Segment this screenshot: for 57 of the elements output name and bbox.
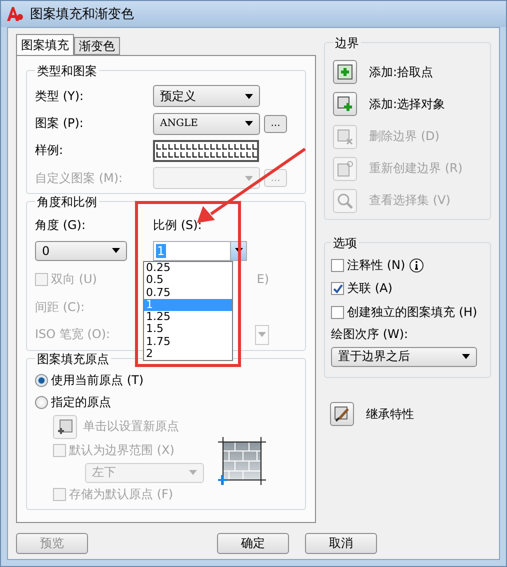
- field-label: ISO 笔宽 (O):: [35, 326, 110, 344]
- caret-icon: [189, 470, 197, 476]
- remove-boundary-icon: [337, 128, 353, 145]
- magnifier-icon: [337, 192, 353, 209]
- brush-icon: [334, 406, 350, 422]
- radio-option[interactable]: 使用当前原点 (T): [35, 370, 297, 390]
- radio-option[interactable]: 指定的原点: [35, 392, 297, 413]
- recreate-boundary-icon: [337, 160, 353, 177]
- field-label: 类型 (Y):: [35, 88, 85, 105]
- boundary-label: 添加:拾取点: [369, 64, 434, 81]
- field-label: 自定义图案 (M):: [35, 170, 124, 186]
- field-label: 角度 (G):: [35, 216, 87, 234]
- field-label: 样例:: [35, 142, 64, 160]
- group-title: 类型和图案: [35, 63, 99, 80]
- caret-icon: [112, 248, 120, 254]
- app-icon: [6, 6, 24, 22]
- set-origin-label: 单击以设置新原点: [83, 418, 179, 436]
- checkmark-icon: [332, 284, 342, 294]
- boundary-button[interactable]: [333, 60, 357, 84]
- boundary-label: 删除边界 (D): [369, 128, 440, 146]
- field-label: 绘图次序 (W):: [331, 326, 410, 343]
- caret-icon: [258, 332, 266, 338]
- tab[interactable]: 图案填充: [16, 34, 74, 55]
- boundary-label: 重新创建边界 (R): [369, 160, 463, 178]
- browse-button[interactable]: ...: [264, 114, 287, 132]
- group-title: 选项: [331, 235, 359, 252]
- rotation-dropdown[interactable]: 0: [35, 240, 127, 261]
- caret-icon: [245, 121, 253, 126]
- pattern-dropdown[interactable]: ANGLE: [153, 112, 260, 134]
- cut-label: E): [256, 272, 269, 286]
- info-icon[interactable]: [409, 258, 424, 274]
- add-point-icon: [337, 64, 353, 80]
- boundary-label: 添加:选择对象: [369, 96, 446, 113]
- type-dropdown[interactable]: 预定义: [153, 85, 260, 108]
- group-title: 角度和比例: [35, 194, 99, 211]
- option-checkbox[interactable]: 关联 (A): [331, 278, 392, 299]
- caret-icon: [245, 94, 253, 99]
- boundary-button[interactable]: [333, 92, 357, 116]
- group-title: 图案填充原点: [35, 351, 111, 368]
- option-checkbox[interactable]: 注释性 (N): [331, 256, 406, 276]
- dialog-button[interactable]: 确定: [217, 533, 289, 554]
- dialog-button[interactable]: 取消: [305, 533, 377, 554]
- field-label: 图案 (P):: [35, 115, 84, 132]
- caret-icon: [462, 354, 470, 360]
- inherit-label: 继承特性: [366, 406, 414, 422]
- field-label: 间距 (C):: [35, 299, 85, 316]
- option-checkbox[interactable]: 创建独立的图案填充 (H): [331, 302, 478, 322]
- add-object-icon: [337, 96, 353, 112]
- caret-icon: [245, 176, 253, 180]
- field-label: 比例 (S):: [153, 216, 202, 234]
- draw-order-dropdown[interactable]: 置于边界之后: [331, 346, 477, 367]
- inherit-button[interactable]: [330, 402, 354, 426]
- window-title: 图案填充和渐变色: [30, 6, 134, 23]
- boundary-label: 查看选择集 (V): [369, 192, 450, 210]
- tab[interactable]: 渐变色: [74, 37, 120, 55]
- origin-preview-drawing: [218, 436, 266, 485]
- crosshair-icon: [57, 418, 73, 435]
